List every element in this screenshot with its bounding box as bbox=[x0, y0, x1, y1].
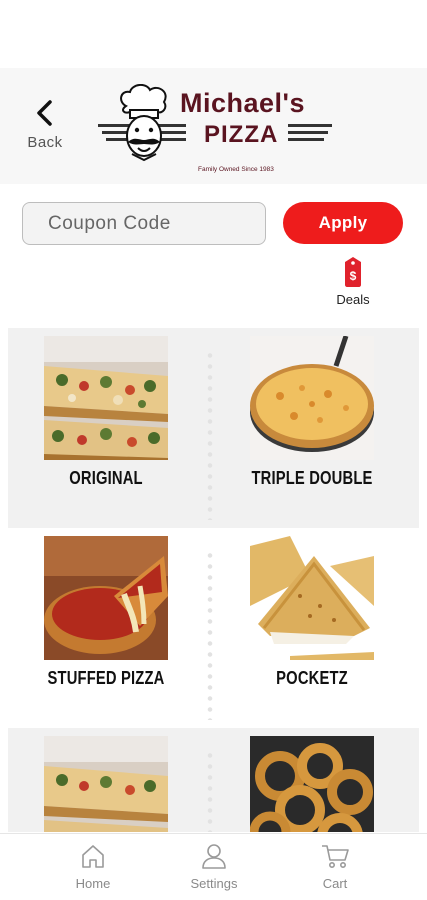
row-divider bbox=[207, 750, 213, 832]
stuffed-pizza-image bbox=[44, 536, 168, 660]
onion-rings-image bbox=[250, 736, 374, 832]
header-bar: Back Michael's PIZZA Family Owned Since … bbox=[0, 68, 427, 184]
menu-item-original[interactable]: ORIGINAL bbox=[44, 336, 168, 489]
home-icon bbox=[82, 845, 104, 868]
menu-item-triple-double[interactable]: TRIPLE DOUBLE bbox=[250, 336, 374, 489]
back-button[interactable]: Back bbox=[18, 98, 72, 158]
menu-item-stuffed-pizza[interactable]: STUFFED PIZZA bbox=[44, 536, 168, 689]
logo-subtitle: PIZZA bbox=[204, 121, 279, 148]
cart-icon bbox=[322, 845, 349, 868]
deals-label: Deals bbox=[336, 292, 370, 307]
deals-icon-glyph: $ bbox=[350, 269, 357, 283]
triple-double-pizza-image bbox=[250, 336, 374, 460]
deals-button[interactable]: $ Deals bbox=[330, 256, 376, 320]
menu-item-label: STUFFED PIZZA bbox=[47, 668, 165, 688]
nav-label: Cart bbox=[322, 876, 348, 891]
bottom-nav: Home Settings Cart bbox=[0, 833, 427, 900]
menu-item-onion-rings[interactable] bbox=[250, 736, 374, 832]
menu-row: ORIGINAL TRIPLE DOUBLE bbox=[8, 328, 419, 528]
price-tag-icon: $ bbox=[345, 257, 361, 287]
row-divider bbox=[207, 350, 213, 520]
menu-grid: ORIGINAL TRIPLE DOUBLE STUFFED PIZZA POC… bbox=[8, 328, 419, 832]
coupon-code-input[interactable] bbox=[22, 202, 266, 245]
back-label: Back bbox=[27, 134, 63, 151]
menu-item-pizza-slice[interactable] bbox=[44, 736, 168, 832]
row-divider bbox=[207, 550, 213, 720]
menu-item-label: TRIPLE DOUBLE bbox=[251, 468, 373, 488]
nav-settings[interactable]: Settings bbox=[174, 842, 254, 891]
original-pizza-image bbox=[44, 336, 168, 460]
user-icon bbox=[202, 844, 226, 869]
apply-coupon-button[interactable]: Apply bbox=[283, 202, 403, 244]
menu-item-label: ORIGINAL bbox=[69, 468, 143, 488]
menu-row bbox=[8, 728, 419, 832]
logo-tagline: Family Owned Since 1983 bbox=[198, 166, 274, 173]
menu-item-label: POCKETZ bbox=[276, 668, 348, 688]
nav-label: Settings bbox=[190, 876, 238, 891]
logo-title: Michael's bbox=[180, 88, 305, 118]
chevron-left-icon bbox=[37, 100, 52, 126]
nav-label: Home bbox=[75, 876, 111, 891]
pizza-slice-image bbox=[44, 736, 168, 832]
app-screen: Back Michael's PIZZA Family Owned Since … bbox=[0, 0, 427, 900]
nav-cart[interactable]: Cart bbox=[295, 842, 375, 891]
pocketz-image bbox=[250, 536, 374, 660]
nav-home[interactable]: Home bbox=[53, 842, 133, 891]
chef-mascot-icon bbox=[120, 84, 167, 162]
menu-item-pocketz[interactable]: POCKETZ bbox=[250, 536, 374, 689]
brand-logo: Michael's PIZZA Family Owned Since 1983 bbox=[98, 84, 334, 176]
menu-row: STUFFED PIZZA POCKETZ bbox=[8, 528, 419, 728]
